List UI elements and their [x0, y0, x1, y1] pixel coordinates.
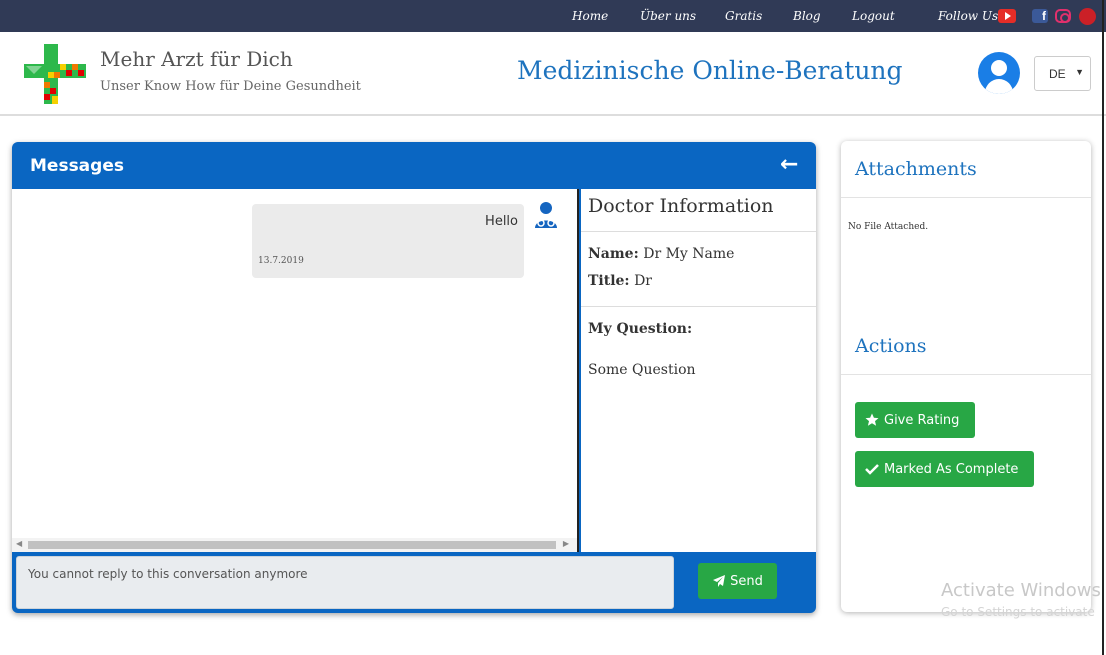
brand-title: Mehr Arzt für Dich	[100, 47, 293, 71]
mark-complete-label: Marked As Complete	[884, 461, 1019, 477]
back-arrow-icon[interactable]: ←	[780, 152, 798, 177]
attachments-title: Attachments	[855, 158, 977, 180]
send-button[interactable]: Send	[698, 563, 777, 599]
message-text: Hello	[485, 214, 518, 229]
give-rating-label: Give Rating	[884, 412, 960, 428]
messages-title: Messages	[30, 156, 124, 176]
nav-about-link[interactable]: Über uns	[640, 0, 696, 32]
site-header: Mehr Arzt für Dich Unser Know How für De…	[0, 32, 1106, 116]
check-icon	[865, 464, 879, 475]
horizontal-scrollbar[interactable]: ◀ ▶	[12, 538, 577, 552]
divider	[841, 197, 1091, 198]
caret-down-icon: ▼	[1075, 67, 1084, 77]
doctor-title-value: Dr	[634, 273, 652, 289]
instagram-icon[interactable]	[1055, 9, 1071, 23]
logo-icon[interactable]	[24, 44, 86, 104]
youtube-icon[interactable]	[998, 9, 1016, 23]
mark-complete-button[interactable]: Marked As Complete	[855, 451, 1034, 487]
language-select[interactable]: DE ▼	[1034, 56, 1091, 91]
follow-us-label: Follow Us:	[938, 9, 1003, 23]
user-avatar-icon[interactable]	[978, 52, 1020, 94]
pinterest-icon[interactable]	[1079, 8, 1096, 25]
send-label: Send	[730, 573, 763, 589]
doctor-icon	[535, 202, 557, 228]
give-rating-button[interactable]: Give Rating	[855, 402, 975, 438]
divider	[581, 231, 816, 232]
message-bubble: Hello 13.7.2019	[252, 204, 524, 278]
chat-area: Hello 13.7.2019 ◀ ▶	[12, 189, 579, 552]
nav-logout-link[interactable]: Logout	[852, 0, 895, 32]
question-label-text: My Question:	[588, 321, 693, 337]
doctor-info-title: Doctor Information	[588, 195, 774, 217]
top-navbar: Home Über uns Gratis Blog Logout Follow …	[0, 0, 1106, 32]
scroll-right-icon[interactable]: ▶	[563, 539, 569, 548]
scroll-left-icon[interactable]: ◀	[16, 539, 22, 548]
facebook-icon[interactable]: f	[1032, 9, 1048, 23]
page-title: Medizinische Online-Beratung	[517, 56, 903, 85]
paper-plane-icon	[713, 575, 726, 587]
message-date: 13.7.2019	[258, 256, 304, 266]
language-value: DE	[1049, 67, 1066, 81]
divider	[841, 374, 1091, 375]
doctor-name-label: Name:	[588, 246, 639, 262]
doctor-name-line: Name: Dr My Name	[588, 246, 734, 262]
scrollbar-thumb[interactable]	[28, 541, 556, 549]
doctor-name-value: Dr My Name	[643, 246, 735, 262]
activate-windows-watermark: Activate Windows	[941, 580, 1101, 601]
doctor-title-line: Title: Dr	[588, 273, 652, 289]
messages-panel: Messages ← Hello 13.7.2019 ◀ ▶ Doctor In…	[12, 142, 816, 613]
question-label: My Question:	[588, 321, 692, 337]
reply-textarea[interactable]: You cannot reply to this conversation an…	[16, 556, 674, 609]
nav-gratis-link[interactable]: Gratis	[725, 0, 762, 32]
messages-header: Messages ←	[12, 142, 816, 189]
star-icon	[865, 413, 879, 426]
window-edge	[1102, 0, 1104, 655]
brand-subtitle: Unser Know How für Deine Gesundheit	[100, 79, 361, 94]
sidebar-panel: Attachments No File Attached. Actions Gi…	[841, 141, 1091, 612]
no-file-text: No File Attached.	[848, 222, 929, 232]
actions-title: Actions	[855, 335, 927, 357]
activate-windows-subtext: Go to Settings to activate	[941, 605, 1095, 619]
question-value: Some Question	[588, 362, 696, 378]
doctor-info-panel: Doctor Information Name: Dr My Name Titl…	[581, 189, 816, 552]
divider	[581, 306, 816, 307]
doctor-title-label: Title:	[588, 273, 630, 289]
nav-blog-link[interactable]: Blog	[793, 0, 821, 32]
nav-home-link[interactable]: Home	[572, 0, 608, 32]
